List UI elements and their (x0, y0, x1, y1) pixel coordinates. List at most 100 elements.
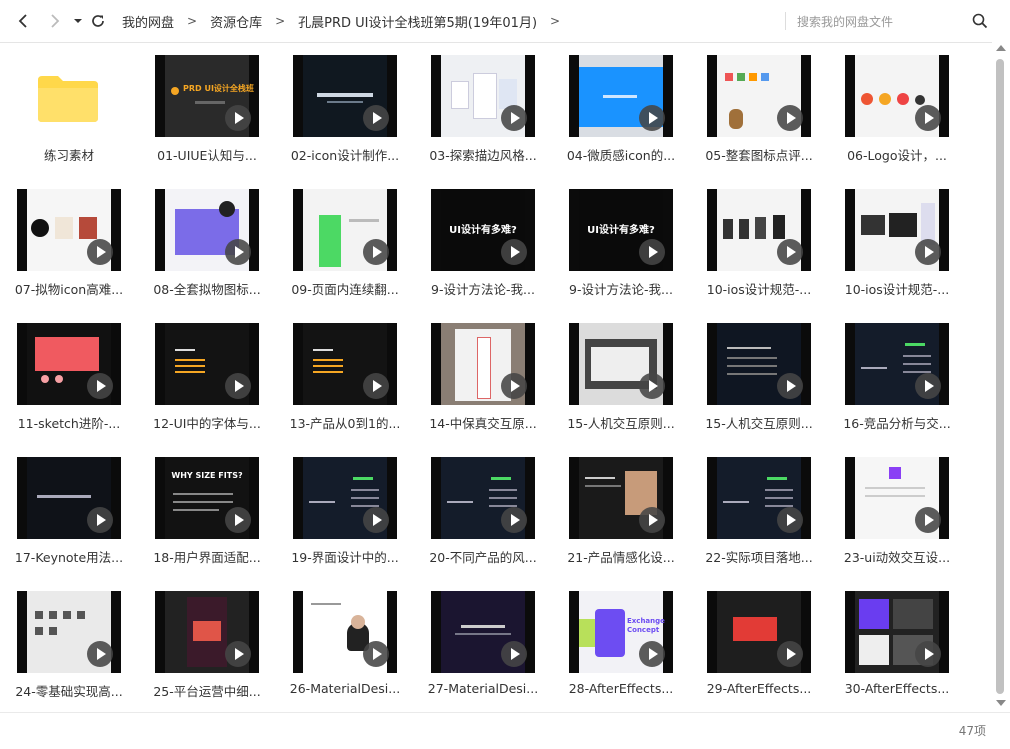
back-button[interactable] (14, 11, 34, 31)
video-file-item[interactable]: 02-icon设计制作... (276, 42, 410, 176)
chevron-left-icon (18, 14, 27, 28)
play-icon (501, 105, 527, 131)
video-thumbnail (845, 591, 949, 673)
chevron-right-icon (51, 14, 60, 28)
video-thumbnail (845, 323, 949, 405)
search-icon[interactable] (971, 12, 989, 30)
video-file-item[interactable]: 08-全套拟物图标... (138, 176, 272, 310)
file-name-label: 20-不同产品的风... (429, 550, 537, 565)
video-file-item[interactable]: 17-Keynote用法... (0, 444, 134, 578)
video-file-item[interactable]: 16-竞品分析与交... (828, 310, 962, 444)
play-icon (87, 641, 113, 667)
video-file-item[interactable]: 15-人机交互原则... (690, 310, 824, 444)
file-name-label: 15-人机交互原则... (705, 416, 813, 431)
scrollbar[interactable] (992, 42, 1010, 712)
video-file-item[interactable]: UI设计有多难? 9-设计方法论-我... (414, 176, 548, 310)
video-thumbnail (707, 189, 811, 271)
video-thumbnail (569, 457, 673, 539)
play-icon (363, 105, 389, 131)
video-thumbnail (155, 591, 259, 673)
video-file-item[interactable]: 20-不同产品的风... (414, 444, 548, 578)
file-name-label: 01-UIUE认知与... (157, 148, 257, 163)
file-name-label: 17-Keynote用法... (14, 550, 124, 565)
play-icon (915, 105, 941, 131)
play-icon (363, 239, 389, 265)
video-file-item[interactable]: 06-Logo设计，... (828, 42, 962, 176)
file-name-label: 10-ios设计规范-... (706, 282, 812, 297)
breadcrumb-my-drive[interactable]: 我的网盘 (122, 12, 174, 31)
scroll-down-arrow[interactable] (996, 700, 1006, 706)
video-file-item[interactable]: 23-ui动效交互设... (828, 444, 962, 578)
item-count: 47项 (958, 724, 986, 738)
video-file-item[interactable]: 19-界面设计中的... (276, 444, 410, 578)
video-thumbnail (707, 323, 811, 405)
play-icon (225, 373, 251, 399)
file-name-label: 练习素材 (43, 148, 94, 163)
file-name-label: 05-整套图标点评... (705, 148, 813, 163)
video-file-item[interactable]: 04-微质感icon的... (552, 42, 686, 176)
video-thumbnail (431, 323, 535, 405)
video-file-item[interactable]: PRD UI设计全栈班 01-UIUE认知与... (138, 42, 272, 176)
folder-item[interactable]: 练习素材 (0, 42, 134, 176)
history-dropdown-button[interactable] (68, 11, 88, 31)
video-file-item[interactable]: Exchange Concept 28-AfterEffects... (552, 578, 686, 712)
video-file-item[interactable]: 29-AfterEffects... (690, 578, 824, 712)
play-icon (501, 641, 527, 667)
thumbnail-title: Exchange Concept (627, 617, 665, 634)
video-file-item[interactable]: WHY SIZE FITS? 18-用户界面适配... (138, 444, 272, 578)
video-file-item[interactable]: 14-中保真交互原... (414, 310, 548, 444)
video-file-item[interactable]: 10-ios设计规范-... (828, 176, 962, 310)
video-thumbnail (155, 189, 259, 271)
play-icon (777, 373, 803, 399)
breadcrumb-repository[interactable]: 资源仓库 (210, 12, 262, 31)
search-input[interactable] (795, 9, 969, 35)
video-thumbnail (17, 457, 121, 539)
video-file-item[interactable]: 15-人机交互原则... (552, 310, 686, 444)
video-file-item[interactable]: 07-拟物icon高难... (0, 176, 134, 310)
video-file-item[interactable]: 30-AfterEffects... (828, 578, 962, 712)
play-icon (639, 507, 665, 533)
file-name-label: 08-全套拟物图标... (153, 282, 261, 297)
play-icon (363, 641, 389, 667)
video-file-item[interactable]: 09-页面内连续翻... (276, 176, 410, 310)
video-file-item[interactable]: 25-平台运营中细... (138, 578, 272, 712)
video-file-item[interactable]: 27-MaterialDesi... (414, 578, 548, 712)
refresh-button[interactable] (88, 11, 108, 31)
video-file-item[interactable]: 03-探索描边风格... (414, 42, 548, 176)
file-name-label: 29-AfterEffects... (706, 681, 812, 696)
video-thumbnail (431, 457, 535, 539)
video-file-item[interactable]: UI设计有多难? 9-设计方法论-我... (552, 176, 686, 310)
video-file-item[interactable]: 13-产品从0到1的... (276, 310, 410, 444)
play-icon (225, 641, 251, 667)
forward-button[interactable] (44, 11, 64, 31)
status-bar: 47项 (0, 712, 1010, 749)
file-name-label: 12-UI中的字体与... (153, 416, 261, 431)
video-file-item[interactable]: 26-MaterialDesi... (276, 578, 410, 712)
video-file-item[interactable]: 11-sketch进阶-... (0, 310, 134, 444)
video-file-item[interactable]: 05-整套图标点评... (690, 42, 824, 176)
scroll-up-arrow[interactable] (996, 45, 1006, 51)
video-file-item[interactable]: 21-产品情感化设... (552, 444, 686, 578)
file-name-label: 03-探索描边风格... (429, 148, 537, 163)
video-file-item[interactable]: 10-ios设计规范-... (690, 176, 824, 310)
thumbnail-title: UI设计有多难? (587, 225, 655, 236)
video-file-item[interactable]: 12-UI中的字体与... (138, 310, 272, 444)
video-thumbnail (293, 457, 397, 539)
scrollbar-thumb[interactable] (996, 59, 1004, 694)
thumbnail-title: UI设计有多难? (449, 225, 517, 236)
breadcrumb-separator: > (187, 14, 198, 28)
file-name-label: 11-sketch进阶-... (17, 416, 121, 431)
play-icon (639, 105, 665, 131)
breadcrumb-course-folder[interactable]: 孔晨PRD UI设计全栈班第5期(19年01月) (298, 12, 537, 31)
file-name-label: 9-设计方法论-我... (431, 282, 535, 297)
file-name-label: 26-MaterialDesi... (289, 681, 401, 696)
file-name-label: 19-界面设计中的... (291, 550, 399, 565)
video-thumbnail (155, 323, 259, 405)
file-name-label: 16-竞品分析与交... (843, 416, 951, 431)
video-file-item[interactable]: 24-零基础实现高... (0, 578, 134, 712)
video-file-item[interactable]: 22-实际项目落地... (690, 444, 824, 578)
search-box (785, 9, 995, 35)
video-thumbnail (845, 55, 949, 137)
file-name-label: 04-微质感icon的... (566, 148, 676, 163)
play-icon (639, 373, 665, 399)
